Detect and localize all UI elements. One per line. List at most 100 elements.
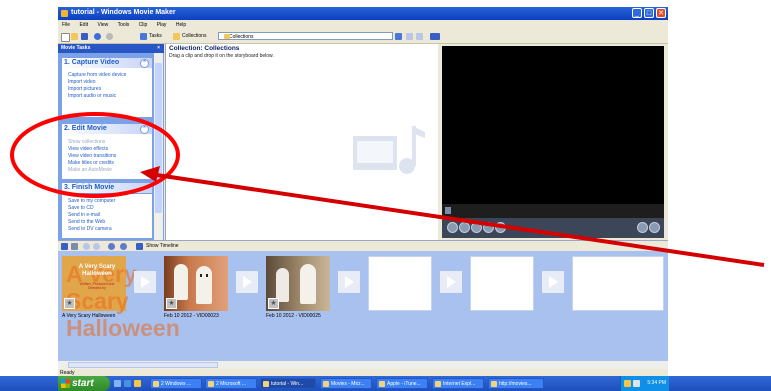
link-send-web[interactable]: Send to the Web: [68, 219, 105, 225]
link-import-pictures[interactable]: Import pictures: [68, 86, 101, 92]
link-save-to-cd[interactable]: Save to CD: [68, 205, 94, 211]
taskbar-button-microsoft[interactable]: 2 Microsoft ...: [205, 378, 257, 389]
menu-tools[interactable]: Tools: [114, 20, 134, 28]
open-project-icon[interactable]: [71, 33, 78, 40]
undo-icon[interactable]: [94, 33, 101, 40]
link-view-video-transitions[interactable]: View video transitions: [68, 153, 116, 159]
storyboard-view-icon[interactable]: [61, 243, 68, 250]
storyboard-clip[interactable]: ★: [266, 256, 330, 311]
stop-button[interactable]: [459, 222, 470, 233]
link-show-collections[interactable]: Show collections: [68, 139, 105, 145]
play-storyboard-icon[interactable]: [120, 243, 127, 250]
capture-video-header[interactable]: 1. Capture Video ⌃: [62, 58, 152, 68]
link-make-automovie[interactable]: Make an AutoMovie: [68, 167, 112, 173]
tasks-button[interactable]: Tasks: [149, 32, 162, 41]
quick-launch-icon[interactable]: [114, 380, 121, 387]
taskbar-button-movie-maker[interactable]: tutorial - Win...: [260, 378, 316, 389]
edit-movie-header[interactable]: 2. Edit Movie ⌃: [62, 124, 152, 134]
taskbar-button-itunes[interactable]: Apple - iTune...: [376, 378, 428, 389]
preview-monitor: [439, 44, 668, 240]
new-project-icon[interactable]: [61, 33, 70, 42]
storyboard-scrollbar[interactable]: [58, 361, 668, 369]
collection-dropdown-value: Collections: [229, 34, 254, 40]
quick-launch-icon[interactable]: [124, 380, 131, 387]
snapshot-button[interactable]: [649, 222, 660, 233]
link-send-dv-camera[interactable]: Send to DV camera: [68, 226, 112, 232]
narrate-icon[interactable]: [71, 243, 78, 250]
storyboard-clip[interactable]: ★: [164, 256, 228, 311]
movie-tasks-header: Movie Tasks ×: [58, 44, 164, 53]
taskbar-button-browser[interactable]: http://movies...: [488, 378, 544, 389]
save-project-icon[interactable]: [81, 33, 88, 40]
link-make-titles[interactable]: Make titles or credits: [68, 160, 114, 166]
minimize-button[interactable]: _: [632, 8, 642, 18]
link-send-email[interactable]: Send in e-mail: [68, 212, 100, 218]
menu-view[interactable]: View: [93, 20, 112, 28]
collections-button[interactable]: Collections: [182, 32, 206, 41]
timeline-icon[interactable]: [136, 243, 143, 250]
taskbar-button-windows[interactable]: 2 Windows ...: [150, 378, 202, 389]
maximize-button[interactable]: □: [644, 8, 654, 18]
views-icon[interactable]: [430, 33, 440, 40]
tray-icon[interactable]: [624, 380, 631, 387]
star-icon[interactable]: ★: [166, 298, 177, 309]
transition-slot[interactable]: [134, 271, 156, 293]
link-import-audio[interactable]: Import audio or music: [68, 93, 116, 99]
transition-slot[interactable]: [338, 271, 360, 293]
link-save-to-computer[interactable]: Save to my computer: [68, 198, 115, 204]
seek-bar[interactable]: [442, 204, 664, 218]
link-view-video-effects[interactable]: View video effects: [68, 146, 108, 152]
tasks-scrollbar[interactable]: [154, 53, 163, 240]
collection-dropdown[interactable]: Collections: [218, 32, 393, 40]
taskbar-button-movies[interactable]: Movies - Micr...: [320, 378, 372, 389]
storyboard-scroll-thumb[interactable]: [68, 362, 218, 368]
transition-slot[interactable]: [542, 271, 564, 293]
rewind-storyboard-icon[interactable]: [108, 243, 115, 250]
dropdown-arrow-icon[interactable]: [395, 33, 402, 40]
chevron-up-icon[interactable]: ⌃: [140, 59, 149, 68]
ghost-figure: [300, 264, 316, 304]
seek-slider[interactable]: [445, 207, 451, 214]
chevron-up-icon[interactable]: ⌃: [140, 125, 149, 134]
tasks-icon[interactable]: [140, 33, 147, 40]
tasks-scroll-thumb[interactable]: [155, 63, 162, 213]
edit-movie-title: 2. Edit Movie: [64, 125, 107, 132]
menu-file[interactable]: File: [58, 20, 74, 28]
taskbar-button-internet-explorer[interactable]: Internet Expl...: [432, 378, 484, 389]
fullscreen-button[interactable]: [495, 222, 506, 233]
menu-clip[interactable]: Clip: [135, 20, 152, 28]
finish-movie-header[interactable]: 3. Finish Movie: [62, 183, 152, 193]
quick-launch-icon[interactable]: [134, 380, 141, 387]
empty-clip-slot[interactable]: [572, 256, 664, 311]
next-frame-button[interactable]: [483, 222, 494, 233]
ghost-figure: [276, 268, 289, 302]
link-capture-from-device[interactable]: Capture from video device: [68, 72, 126, 78]
transition-slot[interactable]: [440, 271, 462, 293]
collections-folder-icon[interactable]: [173, 33, 180, 40]
menu-play[interactable]: Play: [153, 20, 171, 28]
play-button[interactable]: [447, 222, 458, 233]
close-tasks-icon[interactable]: ×: [157, 44, 160, 53]
menu-edit[interactable]: Edit: [75, 20, 92, 28]
storyboard-clip[interactable]: A Very Scary Halloween A Very Scary Hall…: [62, 256, 180, 341]
star-icon[interactable]: ★: [64, 298, 75, 309]
zoom-out-icon[interactable]: [93, 243, 100, 250]
tray-icon[interactable]: [633, 380, 640, 387]
collection-instruction: Drag a clip and drop it on the storyboar…: [169, 53, 274, 59]
transition-slot[interactable]: [236, 271, 258, 293]
show-timeline-button[interactable]: Show Timeline: [146, 243, 179, 249]
up-level-icon[interactable]: [406, 33, 413, 40]
close-button[interactable]: ✕: [656, 8, 666, 18]
split-clip-button[interactable]: [637, 222, 648, 233]
star-icon[interactable]: ★: [268, 298, 279, 309]
new-collection-icon[interactable]: [416, 33, 423, 40]
menu-help[interactable]: Help: [172, 20, 190, 28]
ghost-eye: [200, 274, 202, 277]
start-button[interactable]: start: [58, 376, 110, 391]
link-import-video[interactable]: Import video: [68, 79, 96, 85]
redo-icon[interactable]: [106, 33, 113, 40]
zoom-in-icon[interactable]: [83, 243, 90, 250]
empty-clip-slot[interactable]: [368, 256, 432, 311]
previous-frame-button[interactable]: [471, 222, 482, 233]
empty-clip-slot[interactable]: [470, 256, 534, 311]
